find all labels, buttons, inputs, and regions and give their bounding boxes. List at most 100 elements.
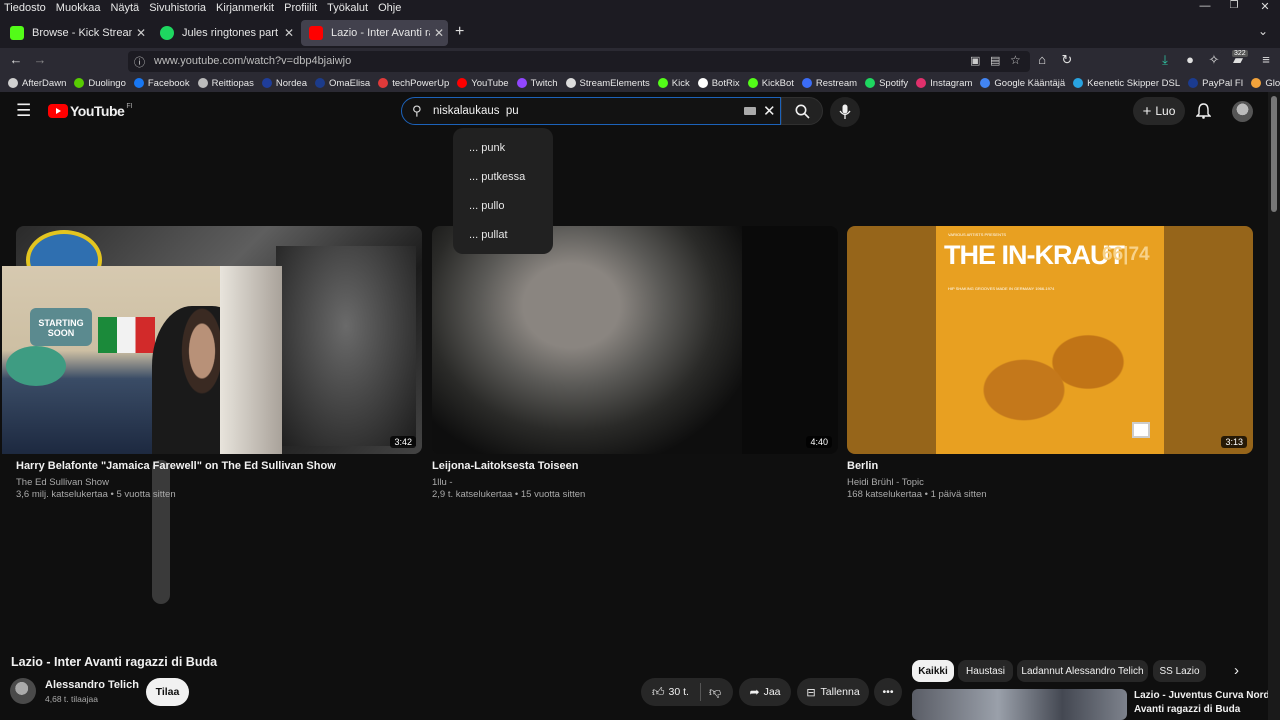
channel-name[interactable]: Alessandro Telich <box>45 679 139 691</box>
related-video-thumbnail[interactable] <box>912 689 1127 720</box>
search-input[interactable]: niskalaukaus pu <box>433 105 519 117</box>
downloads-icon[interactable]: ⤓ <box>1155 52 1175 68</box>
bookmark-twitch[interactable]: Twitch <box>516 78 558 89</box>
page-scrollbar[interactable] <box>1268 92 1280 720</box>
new-tab-icon[interactable]: + <box>455 23 464 41</box>
bookmark-kickbot[interactable]: KickBot <box>747 78 794 89</box>
menu-sivuhistoria[interactable]: Sivuhistoria <box>145 2 212 14</box>
suggestion-item[interactable]: ... putkessa <box>469 171 525 183</box>
channel-name-2[interactable]: 1llu - <box>432 477 453 488</box>
bookmark-youtube[interactable]: YouTube <box>457 78 509 89</box>
bookmark-omaelisa[interactable]: OmaElisa <box>315 78 370 89</box>
keyboard-icon[interactable] <box>744 107 756 115</box>
chip-haustasi[interactable]: Haustasi <box>958 660 1013 682</box>
menu-tiedosto[interactable]: Tiedosto <box>0 2 52 14</box>
extension-badge: 322 <box>1232 50 1248 57</box>
forward-icon[interactable]: → <box>30 52 50 67</box>
bookmark-afterdawn[interactable]: AfterDawn <box>8 78 66 89</box>
close-tab-icon[interactable]: ✕ <box>430 26 448 40</box>
list-tabs-icon[interactable]: ⌄ <box>1258 24 1268 38</box>
create-button[interactable]: + Luo <box>1133 97 1185 125</box>
tab-youtube-active[interactable]: Lazio - Inter Avanti ragazzi di Bu ✕ <box>301 20 448 46</box>
menu-nayta[interactable]: Näytä <box>106 2 145 14</box>
bookmark-restream[interactable]: Restream <box>801 78 857 89</box>
video-meta-2: 2,9 t. katselukertaa • 15 vuotta sitten <box>432 489 586 500</box>
reload-icon[interactable]: ↻ <box>1057 52 1077 68</box>
share-icon: ➦ <box>749 685 760 699</box>
google-translate-icon <box>980 78 991 88</box>
video-title-3[interactable]: Berlin <box>847 460 878 472</box>
app-menu-icon[interactable]: ≡ <box>1256 52 1276 67</box>
bookmark-keenetic[interactable]: Keenetic Skipper DSL <box>1073 78 1180 89</box>
share-button[interactable]: ➦ Jaa <box>739 678 791 706</box>
bookmark-package-tracking[interactable]: Global Package Tracki... <box>1251 78 1280 89</box>
like-count[interactable]: 30 t. <box>669 686 689 698</box>
chip-ss-lazio[interactable]: SS Lazio <box>1153 660 1206 682</box>
account-icon[interactable]: ● <box>1180 52 1200 67</box>
dislike-icon[interactable]: 👎︎ <box>709 685 721 700</box>
clear-search-icon[interactable]: ✕ <box>763 102 776 120</box>
subscribe-button[interactable]: Tilaa <box>146 678 189 706</box>
channel-name-3[interactable]: Heidi Brühl - Topic <box>847 477 924 488</box>
chevron-right-icon[interactable]: › <box>1234 662 1239 679</box>
minimize-icon[interactable]: — <box>1190 0 1220 16</box>
microphone-icon <box>839 104 851 119</box>
search-box[interactable]: ⚲ niskalaukaus pu ✕ <box>401 97 781 125</box>
bookmark-botrix[interactable]: BotRix <box>697 78 740 89</box>
bookmark-star-icon[interactable]: ☆ <box>1010 53 1021 67</box>
bookmark-google-translate[interactable]: Google Kääntäjä <box>980 78 1065 89</box>
menu-tyokalut[interactable]: Työkalut <box>323 2 374 14</box>
close-tab-icon[interactable]: ✕ <box>280 26 298 40</box>
menu-ohje[interactable]: Ohje <box>374 2 407 14</box>
channel-name-1[interactable]: The Ed Sullivan Show <box>16 477 109 488</box>
url-bar[interactable]: ⓘ www.youtube.com/watch?v=dbp4bjaiwjo ▣ … <box>128 51 1030 72</box>
bookmark-instagram[interactable]: Instagram <box>916 78 972 89</box>
menu-kirjanmerkit[interactable]: Kirjanmerkit <box>212 2 280 14</box>
close-window-icon[interactable]: ✕ <box>1250 0 1280 16</box>
restore-icon[interactable]: ❐ <box>1219 0 1249 16</box>
suggestion-item[interactable]: ... pullat <box>469 229 508 241</box>
bookmark-facebook[interactable]: Facebook <box>133 78 190 89</box>
related-video-title[interactable]: Lazio - Juventus Curva Nord <box>1134 690 1270 701</box>
more-actions-button[interactable]: ••• <box>874 678 902 706</box>
like-icon[interactable]: 👍︎ <box>652 685 665 700</box>
bookmark-techpowerup[interactable]: techPowerUp <box>378 78 449 89</box>
video-title-1[interactable]: Harry Belafonte "Jamaica Farewell" on Th… <box>16 460 336 472</box>
youtube-logo[interactable]: YouTube FI <box>48 103 133 119</box>
voice-search-button[interactable] <box>830 97 860 127</box>
avatar[interactable] <box>1232 101 1253 122</box>
scrollbar-thumb[interactable] <box>1271 96 1277 212</box>
channel-avatar[interactable] <box>10 678 36 704</box>
menu-profiilit[interactable]: Profiilit <box>280 2 323 14</box>
video-title-2[interactable]: Leijona-Laitoksesta Toiseen <box>432 460 579 472</box>
back-icon[interactable]: ← <box>6 52 26 67</box>
suggestion-item[interactable]: ... punk <box>469 142 505 154</box>
bookmark-nordea[interactable]: Nordea <box>261 78 307 89</box>
bookmark-paypal[interactable]: PayPal FI <box>1188 78 1243 89</box>
bookmark-duolingo[interactable]: Duolingo <box>74 78 126 89</box>
related-video-title-line2[interactable]: Avanti ragazzi di Buda <box>1134 704 1240 715</box>
notifications-bell-icon[interactable] <box>1196 103 1211 119</box>
tab-kick[interactable]: Browse - Kick Streaming ✕ <box>2 20 150 46</box>
tab-spotify[interactable]: Jules ringtones part 3 - playlist ✕ <box>152 20 298 46</box>
botrix-icon <box>697 78 708 88</box>
bookmark-reittiopas[interactable]: Reittiopas <box>197 78 254 89</box>
suggestion-item[interactable]: ... pullo <box>469 200 504 212</box>
extensions-icon[interactable]: ✧ <box>1204 52 1224 68</box>
screenshot-icon[interactable]: ▣ <box>970 54 980 67</box>
close-tab-icon[interactable]: ✕ <box>132 26 150 40</box>
home-icon[interactable]: ⌂ <box>1032 52 1052 67</box>
menu-muokkaa[interactable]: Muokkaa <box>52 2 107 14</box>
bookmark-kick[interactable]: Kick <box>657 78 690 89</box>
chip-kaikki[interactable]: Kaikki <box>912 660 954 682</box>
reader-view-icon[interactable]: ▤ <box>990 54 1000 67</box>
hamburger-menu-icon[interactable]: ☰ <box>16 101 31 121</box>
search-button[interactable] <box>781 97 823 125</box>
bookmark-streamelements[interactable]: StreamElements <box>565 78 650 89</box>
site-info-icon[interactable]: ⓘ <box>134 54 145 70</box>
video-thumbnail-3[interactable]: VARIOUS ARTISTS PRESENTS THE IN-KRAUT 66… <box>847 226 1253 454</box>
chip-channel[interactable]: Ladannut Alessandro Telich <box>1017 660 1148 682</box>
video-thumbnail-2[interactable]: 4:40 <box>432 226 838 454</box>
bookmark-spotify[interactable]: Spotify <box>865 78 908 89</box>
save-button[interactable]: ⊟ Tallenna <box>797 678 869 706</box>
